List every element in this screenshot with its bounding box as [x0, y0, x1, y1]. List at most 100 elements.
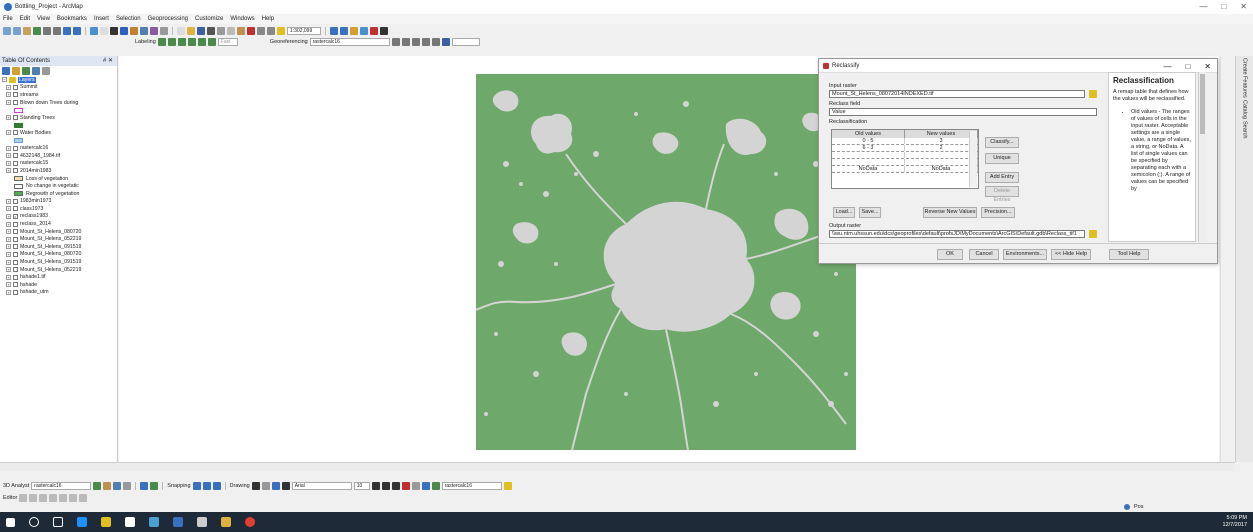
save-button[interactable]: Save...: [859, 207, 881, 218]
view-unplaced-icon[interactable]: [207, 37, 216, 46]
expand-icon[interactable]: +: [6, 251, 11, 257]
steepest-path-icon[interactable]: [103, 482, 112, 490]
chrome-icon[interactable]: [245, 517, 255, 527]
fixed-zoom-out-icon[interactable]: [53, 26, 61, 35]
layer-checkbox[interactable]: [13, 198, 18, 204]
raster-map[interactable]: [476, 74, 856, 450]
rotate-icon[interactable]: [391, 37, 400, 46]
rectify-icon[interactable]: [441, 37, 450, 46]
toc-layer[interactable]: + rastercalc15: [0, 160, 117, 168]
python-icon[interactable]: [380, 26, 388, 35]
italic-icon[interactable]: [381, 482, 390, 490]
edge-icon[interactable]: [77, 517, 87, 527]
expand-icon[interactable]: +: [6, 206, 11, 212]
snipping-tool-icon[interactable]: [197, 517, 207, 527]
toc-layer[interactable]: + ✓ reclass1983: [0, 213, 117, 221]
split-icon[interactable]: [49, 493, 58, 502]
copy-icon[interactable]: [227, 26, 235, 35]
clock-time[interactable]: 5:09 PM: [1223, 515, 1247, 522]
layer-checkbox[interactable]: [13, 145, 18, 151]
collapse-icon[interactable]: −: [2, 77, 7, 83]
contour-icon[interactable]: [93, 482, 102, 490]
toc-layer[interactable]: + class1973: [0, 205, 117, 213]
underline-icon[interactable]: [391, 482, 400, 490]
dialog-close-button[interactable]: ✕: [1204, 62, 1211, 71]
new-value-cell[interactable]: 3: [905, 138, 978, 144]
bold-icon[interactable]: [371, 482, 380, 490]
interpolate-line-icon[interactable]: [123, 482, 132, 490]
map-scale-combo[interactable]: 1:302,099: [287, 26, 321, 35]
toc-layer[interactable]: +2014min1983: [0, 167, 117, 175]
expand-icon[interactable]: +: [6, 244, 11, 250]
old-value-cell[interactable]: [832, 159, 905, 165]
expand-icon[interactable]: +: [6, 145, 11, 151]
view-link-table-icon[interactable]: [431, 37, 440, 46]
drawing-size-combo[interactable]: 10: [353, 482, 370, 490]
menu-bookmarks[interactable]: Bookmarks: [57, 16, 87, 22]
new-value-cell[interactable]: 2: [905, 145, 978, 151]
layer-checkbox[interactable]: [13, 168, 18, 174]
point-snapping-icon[interactable]: [192, 482, 201, 490]
georeferencing-layer-combo[interactable]: rastercalc16: [309, 37, 390, 46]
straight-segment-icon[interactable]: [39, 493, 48, 502]
clock-date[interactable]: 12/7/2017: [1223, 522, 1247, 529]
fill-color-icon[interactable]: [411, 482, 420, 490]
identify-icon[interactable]: [120, 26, 128, 35]
map-vertical-scrollbar[interactable]: [1220, 56, 1234, 462]
old-value-cell[interactable]: [832, 152, 905, 158]
output-browse-folder-icon[interactable]: [1089, 230, 1097, 238]
georeferencing-menu[interactable]: Georeferencing: [270, 39, 308, 45]
layer-checkbox[interactable]: [13, 84, 18, 90]
expand-icon[interactable]: +: [6, 289, 11, 295]
toc-layer[interactable]: + Mount_St_Helens_052219: [0, 266, 117, 274]
layer-checkbox[interactable]: [13, 206, 18, 212]
toc-layer[interactable]: + Summit: [0, 84, 117, 92]
remap-row[interactable]: [832, 159, 978, 166]
arctoolbox-icon[interactable]: [370, 26, 378, 35]
add-data-icon[interactable]: [277, 26, 285, 35]
menu-file[interactable]: File: [3, 16, 13, 22]
redo-icon[interactable]: [267, 26, 275, 35]
list-by-source-icon[interactable]: [12, 67, 20, 75]
zoom-in-icon[interactable]: [3, 26, 11, 35]
toc-layer[interactable]: + Blown down Trees during: [0, 99, 117, 107]
layers-root[interactable]: − Layers: [0, 76, 117, 84]
menu-geoprocessing[interactable]: Geoprocessing: [148, 16, 188, 22]
expand-icon[interactable]: +: [6, 100, 11, 106]
browse-folder-icon[interactable]: [1089, 90, 1097, 98]
old-value-cell[interactable]: NoData: [832, 166, 905, 172]
new-value-cell[interactable]: [905, 152, 978, 158]
layer-checkbox[interactable]: [13, 130, 18, 136]
list-by-selection-icon[interactable]: [32, 67, 40, 75]
font-color-icon[interactable]: [401, 482, 410, 490]
old-value-cell[interactable]: 6 - 3: [832, 145, 905, 151]
arcscene-icon[interactable]: [140, 482, 149, 490]
expand-icon[interactable]: +: [6, 282, 11, 288]
expand-icon[interactable]: +: [6, 229, 11, 235]
html-popup-icon[interactable]: [160, 26, 168, 35]
end-snapping-icon[interactable]: [202, 482, 211, 490]
labeling-menu[interactable]: Labeling: [135, 39, 156, 45]
menu-insert[interactable]: Insert: [94, 16, 109, 22]
map-horizontal-scrollbar[interactable]: [0, 462, 1235, 471]
label-font-combo[interactable]: Fast: [217, 37, 238, 46]
expand-icon[interactable]: +: [6, 221, 11, 227]
toc-layer[interactable]: + Mount_St_Helens_091519: [0, 243, 117, 251]
shift-icon[interactable]: [401, 37, 410, 46]
drawing-font-combo[interactable]: Arial: [291, 482, 352, 490]
toc-layer[interactable]: + Mount_St_Helens_080720: [0, 228, 117, 236]
toc-layer[interactable]: + reclass_2014: [0, 220, 117, 228]
layer-checkbox[interactable]: [13, 92, 18, 98]
expand-icon[interactable]: +: [6, 92, 11, 98]
menu-edit[interactable]: Edit: [20, 16, 30, 22]
zoom-out-icon[interactable]: [13, 26, 21, 35]
expand-icon[interactable]: +: [6, 160, 11, 166]
layer-checkbox[interactable]: [13, 221, 18, 227]
layer-checkbox[interactable]: [13, 282, 18, 288]
forward-icon[interactable]: [73, 26, 81, 35]
pause-labeling-icon[interactable]: [197, 37, 206, 46]
rotate-tool-icon[interactable]: [59, 493, 68, 502]
georef-transform-combo[interactable]: [451, 37, 480, 46]
histogram-icon[interactable]: [503, 482, 512, 490]
editor-menu[interactable]: Editor: [3, 495, 17, 501]
